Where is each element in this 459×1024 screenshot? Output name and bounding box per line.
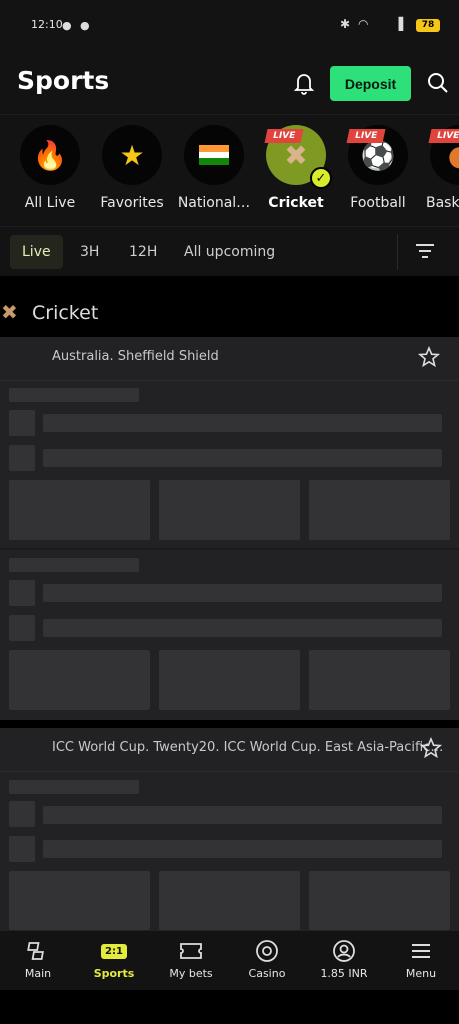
skeleton-placeholder <box>9 445 35 471</box>
section-title: Cricket <box>32 302 99 324</box>
wifi-icon: ◠ <box>358 17 369 31</box>
category-label: Bask <box>426 195 459 211</box>
category-label: Football <box>350 195 406 211</box>
search-icon[interactable] <box>427 72 449 94</box>
score-badge: 2:1 <box>101 943 127 959</box>
live-badge: LIVE <box>264 129 304 143</box>
skeleton-placeholder <box>43 414 442 432</box>
sports-icon: 2:1 <box>76 937 152 965</box>
snapchat-icon: ● <box>80 19 90 32</box>
skeleton-placeholder <box>43 584 442 602</box>
league-header[interactable]: ICC World Cup. Twenty20. ICC World Cup. … <box>0 728 459 772</box>
tab-3h[interactable]: 3H <box>68 235 111 269</box>
snapchat-icon: ● <box>62 19 72 32</box>
skeleton-placeholder <box>9 580 35 606</box>
favorite-star-icon[interactable] <box>418 346 440 368</box>
skeleton-placeholder <box>43 806 442 824</box>
skeleton-placeholder <box>9 558 139 572</box>
divider <box>397 234 398 270</box>
favorite-star-icon[interactable] <box>420 737 442 759</box>
skeleton-placeholder <box>43 619 442 637</box>
filter-icon[interactable] <box>414 240 436 262</box>
skeleton-placeholder <box>9 801 35 827</box>
skeleton-placeholder <box>9 480 150 540</box>
skeleton-placeholder <box>159 480 300 540</box>
tab-12h[interactable]: 12H <box>117 235 169 269</box>
nav-menu[interactable]: Menu <box>383 937 459 987</box>
category-basketball[interactable]: ● LIVE Bask <box>419 125 459 225</box>
category-national[interactable]: National… <box>173 125 255 225</box>
skeleton-placeholder <box>9 388 139 402</box>
cricket-icon: ✖ <box>1 300 18 324</box>
category-label: National… <box>177 195 251 211</box>
skeleton-placeholder <box>9 780 139 794</box>
category-cricket[interactable]: ✖ LIVE ✓ Cricket <box>255 125 337 225</box>
league-card: ICC World Cup. Twenty20. ICC World Cup. … <box>0 728 459 930</box>
category-all-live[interactable]: 🔥 All Live <box>9 125 91 225</box>
skeleton-placeholder <box>9 650 150 710</box>
nav-label: Casino <box>248 967 286 980</box>
live-badge: LIVE <box>346 129 386 143</box>
league-header[interactable]: Australia. Sheffield Shield <box>0 337 459 381</box>
status-time: 12:10 <box>31 18 63 31</box>
skeleton-placeholder <box>159 871 300 930</box>
nav-casino[interactable]: Casino <box>229 937 305 987</box>
signal-icon: ▐ <box>394 17 404 31</box>
status-bar: 12:10 ● ● ✱ ◠ ▐ 78 <box>0 0 459 50</box>
fire-icon: 🔥 <box>20 125 80 185</box>
category-favorites[interactable]: ★ Favorites <box>91 125 173 225</box>
page-title: Sports <box>17 66 110 95</box>
section-header: ✖ Cricket <box>0 296 459 332</box>
nav-label: Menu <box>405 967 437 980</box>
india-flag-icon <box>184 125 244 185</box>
nav-label: Main <box>24 967 52 980</box>
bluetooth-icon: ✱ <box>340 17 351 31</box>
skeleton-placeholder <box>9 615 35 641</box>
skeleton-placeholder <box>159 650 300 710</box>
skeleton-placeholder <box>43 449 442 467</box>
check-icon: ✓ <box>310 167 332 189</box>
bottom-navigation: Main 2:1 Sports My bets Casino 1.85 INR … <box>0 930 459 990</box>
league-name: ICC World Cup. Twenty20. ICC World Cup. … <box>52 740 444 755</box>
live-badge: LIVE <box>428 129 459 143</box>
nav-account[interactable]: 1.85 INR <box>306 937 382 987</box>
skeleton-placeholder <box>309 871 450 930</box>
skeleton-placeholder <box>9 871 150 930</box>
system-navigation-bar <box>0 990 459 1024</box>
time-filter-bar: Live 3H 12H All upcoming <box>0 226 459 276</box>
skeleton-placeholder <box>9 410 35 436</box>
nav-label: Sports <box>93 967 135 980</box>
account-balance: 1.85 INR <box>320 967 368 980</box>
skeleton-placeholder <box>43 840 442 858</box>
nav-sports[interactable]: 2:1 Sports <box>76 937 152 987</box>
nav-my-bets[interactable]: My bets <box>153 937 229 987</box>
sport-categories: 🔥 All Live ★ Favorites National… ✖ LIVE … <box>0 114 459 226</box>
nav-label: My bets <box>169 967 213 980</box>
skeleton-placeholder <box>309 480 450 540</box>
category-football[interactable]: ⚽ LIVE Football <box>337 125 419 225</box>
tab-all-upcoming[interactable]: All upcoming <box>172 235 287 269</box>
skeleton-placeholder <box>9 836 35 862</box>
main-icon <box>0 937 76 965</box>
league-name: Australia. Sheffield Shield <box>52 349 219 364</box>
category-label: Favorites <box>100 195 164 211</box>
battery-indicator: 78 <box>416 19 440 32</box>
casino-chip-icon <box>229 937 305 965</box>
menu-icon <box>383 937 459 965</box>
deposit-button[interactable]: Deposit <box>330 66 411 101</box>
category-label: All Live <box>24 195 76 211</box>
app-header: Sports Deposit <box>0 50 459 114</box>
league-card: Australia. Sheffield Shield <box>0 337 459 720</box>
skeleton-placeholder <box>309 650 450 710</box>
tab-live[interactable]: Live <box>10 235 63 269</box>
account-icon <box>306 937 382 965</box>
nav-main[interactable]: Main <box>0 937 76 987</box>
divider <box>0 548 459 550</box>
star-icon: ★ <box>102 125 162 185</box>
category-label: Cricket <box>268 195 324 211</box>
ticket-icon <box>153 937 229 965</box>
bell-icon[interactable] <box>292 70 316 96</box>
